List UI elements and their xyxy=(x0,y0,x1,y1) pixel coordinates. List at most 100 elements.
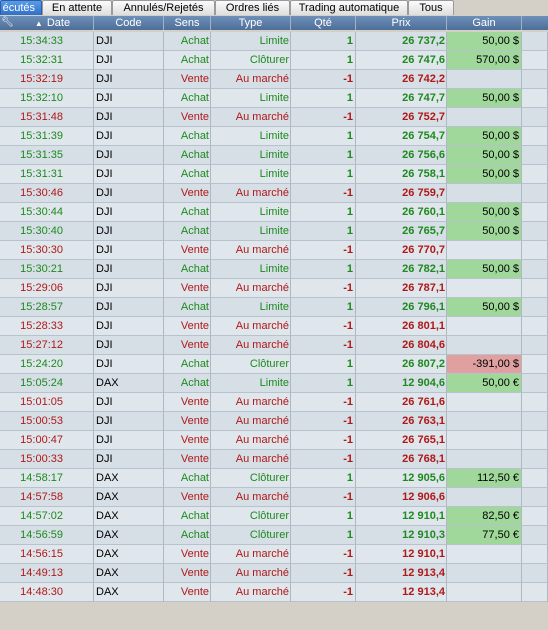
order-sens: Vente xyxy=(164,184,211,203)
order-date: 15:30:46 xyxy=(0,184,94,203)
order-qte: 1 xyxy=(291,51,356,70)
table-row[interactable]: 15:30:46 DJI Vente Au marché -1 26 759,7 xyxy=(0,184,548,203)
table-row[interactable]: 15:30:21 DJI Achat Limite 1 26 782,1 50,00 $ xyxy=(0,260,548,279)
table-row[interactable]: 15:30:30 DJI Vente Au marché -1 26 770,7 xyxy=(0,241,548,260)
order-sens: Achat xyxy=(164,374,211,393)
order-qte: -1 xyxy=(291,336,356,355)
table-row[interactable]: 15:31:35 DJI Achat Limite 1 26 756,6 50,00 $ xyxy=(0,146,548,165)
column-header-code[interactable]: Code xyxy=(94,16,164,30)
table-row[interactable]: 15:00:33 DJI Vente Au marché -1 26 768,1 xyxy=(0,450,548,469)
tab-executes[interactable]: écutés xyxy=(0,0,42,15)
column-header-qte[interactable]: Qté xyxy=(291,16,356,30)
table-header: 🔧︎ ▲ Date Code Sens Type Qté Prix Gain xyxy=(0,16,548,30)
table-row[interactable]: 14:57:02 DAX Achat Clôturer 1 12 910,1 82,50 € xyxy=(0,507,548,526)
table-row[interactable]: 14:56:15 DAX Vente Au marché -1 12 910,1 xyxy=(0,545,548,564)
order-date: 15:29:06 xyxy=(0,279,94,298)
sort-ascending-icon: ▲ xyxy=(34,19,43,28)
column-header-prix[interactable]: Prix xyxy=(356,16,447,30)
order-date: 15:31:35 xyxy=(0,146,94,165)
order-code: DJI xyxy=(94,241,164,260)
order-type: Au marché xyxy=(211,412,291,431)
tab-tous[interactable]: Tous xyxy=(408,0,454,15)
column-header-sens[interactable]: Sens xyxy=(164,16,211,30)
table-row[interactable]: 15:32:10 DJI Achat Limite 1 26 747,7 50,00 $ xyxy=(0,89,548,108)
order-sens: Achat xyxy=(164,526,211,545)
order-date: 15:00:53 xyxy=(0,412,94,431)
order-type: Clôturer xyxy=(211,355,291,374)
table-row[interactable]: 15:31:31 DJI Achat Limite 1 26 758,1 50,00 $ xyxy=(0,165,548,184)
order-extra xyxy=(522,298,548,317)
order-qte: -1 xyxy=(291,241,356,260)
table-row[interactable]: 15:24:20 DJI Achat Clôturer 1 26 807,2 -391,00… xyxy=(0,355,548,374)
table-row[interactable]: 14:57:58 DAX Vente Au marché -1 12 906,6 xyxy=(0,488,548,507)
column-header-gain[interactable]: Gain xyxy=(447,16,522,30)
table-row[interactable]: 15:30:40 DJI Achat Limite 1 26 765,7 50,00 $ xyxy=(0,222,548,241)
table-row[interactable]: 15:32:31 DJI Achat Clôturer 1 26 747,6 570,00 … xyxy=(0,51,548,70)
order-type: Au marché xyxy=(211,108,291,127)
table-row[interactable]: 15:00:47 DJI Vente Au marché -1 26 765,1 xyxy=(0,431,548,450)
table-row[interactable]: 15:30:44 DJI Achat Limite 1 26 760,1 50,00 $ xyxy=(0,203,548,222)
column-header-date[interactable]: ▲ Date xyxy=(12,16,94,30)
table-row[interactable]: 15:28:57 DJI Achat Limite 1 26 796,1 50,00 $ xyxy=(0,298,548,317)
order-code: DJI xyxy=(94,317,164,336)
order-date: 15:01:05 xyxy=(0,393,94,412)
order-type: Limite xyxy=(211,203,291,222)
order-sens: Vente xyxy=(164,317,211,336)
column-label-date: Date xyxy=(46,17,71,29)
order-qte: 1 xyxy=(291,222,356,241)
table-row[interactable]: 14:56:59 DAX Achat Clôturer 1 12 910,3 77,50 € xyxy=(0,526,548,545)
order-extra xyxy=(522,184,548,203)
table-row[interactable]: 15:27:12 DJI Vente Au marché -1 26 804,6 xyxy=(0,336,548,355)
order-extra xyxy=(522,32,548,51)
order-sens: Achat xyxy=(164,165,211,184)
order-extra xyxy=(522,526,548,545)
tab-en-attente[interactable]: En attente xyxy=(42,0,112,15)
order-date: 15:31:31 xyxy=(0,165,94,184)
order-sens: Achat xyxy=(164,298,211,317)
order-type: Au marché xyxy=(211,431,291,450)
table-row[interactable]: 14:49:13 DAX Vente Au marché -1 12 913,4 xyxy=(0,564,548,583)
table-row[interactable]: 15:00:53 DJI Vente Au marché -1 26 763,1 xyxy=(0,412,548,431)
tab-trading-automatique[interactable]: Trading automatique xyxy=(290,0,408,15)
table-row[interactable]: 15:31:48 DJI Vente Au marché -1 26 752,7 xyxy=(0,108,548,127)
order-prix: 26 768,1 xyxy=(356,450,447,469)
order-type: Limite xyxy=(211,146,291,165)
order-extra xyxy=(522,108,548,127)
table-row[interactable]: 15:05:24 DAX Achat Limite 1 12 904,6 50,00 € xyxy=(0,374,548,393)
order-date: 14:56:59 xyxy=(0,526,94,545)
table-row[interactable]: 15:28:33 DJI Vente Au marché -1 26 801,1 xyxy=(0,317,548,336)
order-gain xyxy=(447,393,522,412)
order-sens: Vente xyxy=(164,393,211,412)
table-row[interactable]: 15:32:19 DJI Vente Au marché -1 26 742,2 xyxy=(0,70,548,89)
table-row[interactable]: 15:29:06 DJI Vente Au marché -1 26 787,1 xyxy=(0,279,548,298)
order-sens: Vente xyxy=(164,336,211,355)
order-extra xyxy=(522,241,548,260)
column-header-type[interactable]: Type xyxy=(211,16,291,30)
order-type: Limite xyxy=(211,374,291,393)
order-date: 14:57:02 xyxy=(0,507,94,526)
order-qte: 1 xyxy=(291,507,356,526)
order-prix: 26 761,6 xyxy=(356,393,447,412)
order-code: DJI xyxy=(94,127,164,146)
order-prix: 26 796,1 xyxy=(356,298,447,317)
order-code: DAX xyxy=(94,469,164,488)
order-qte: -1 xyxy=(291,545,356,564)
order-type: Au marché xyxy=(211,336,291,355)
tab-annules-rejetes[interactable]: Annulés/Rejetés xyxy=(112,0,215,15)
order-extra xyxy=(522,260,548,279)
order-code: DJI xyxy=(94,450,164,469)
order-type: Au marché xyxy=(211,241,291,260)
table-row[interactable]: 15:01:05 DJI Vente Au marché -1 26 761,6 xyxy=(0,393,548,412)
table-row[interactable]: 14:58:17 DAX Achat Clôturer 1 12 905,6 112,50 … xyxy=(0,469,548,488)
order-qte: 1 xyxy=(291,165,356,184)
order-qte: 1 xyxy=(291,374,356,393)
wrench-icon[interactable]: 🔧︎ xyxy=(1,17,14,28)
order-qte: 1 xyxy=(291,260,356,279)
table-row[interactable]: 15:31:39 DJI Achat Limite 1 26 754,7 50,00 $ xyxy=(0,127,548,146)
order-type: Au marché xyxy=(211,450,291,469)
tab-ordres-lies[interactable]: Ordres liés xyxy=(215,0,290,15)
order-prix: 26 760,1 xyxy=(356,203,447,222)
table-row[interactable]: 15:34:33 DJI Achat Limite 1 26 737,2 50,00 $ xyxy=(0,32,548,51)
order-code: DJI xyxy=(94,108,164,127)
table-row[interactable]: 14:48:30 DAX Vente Au marché -1 12 913,4 xyxy=(0,583,548,602)
